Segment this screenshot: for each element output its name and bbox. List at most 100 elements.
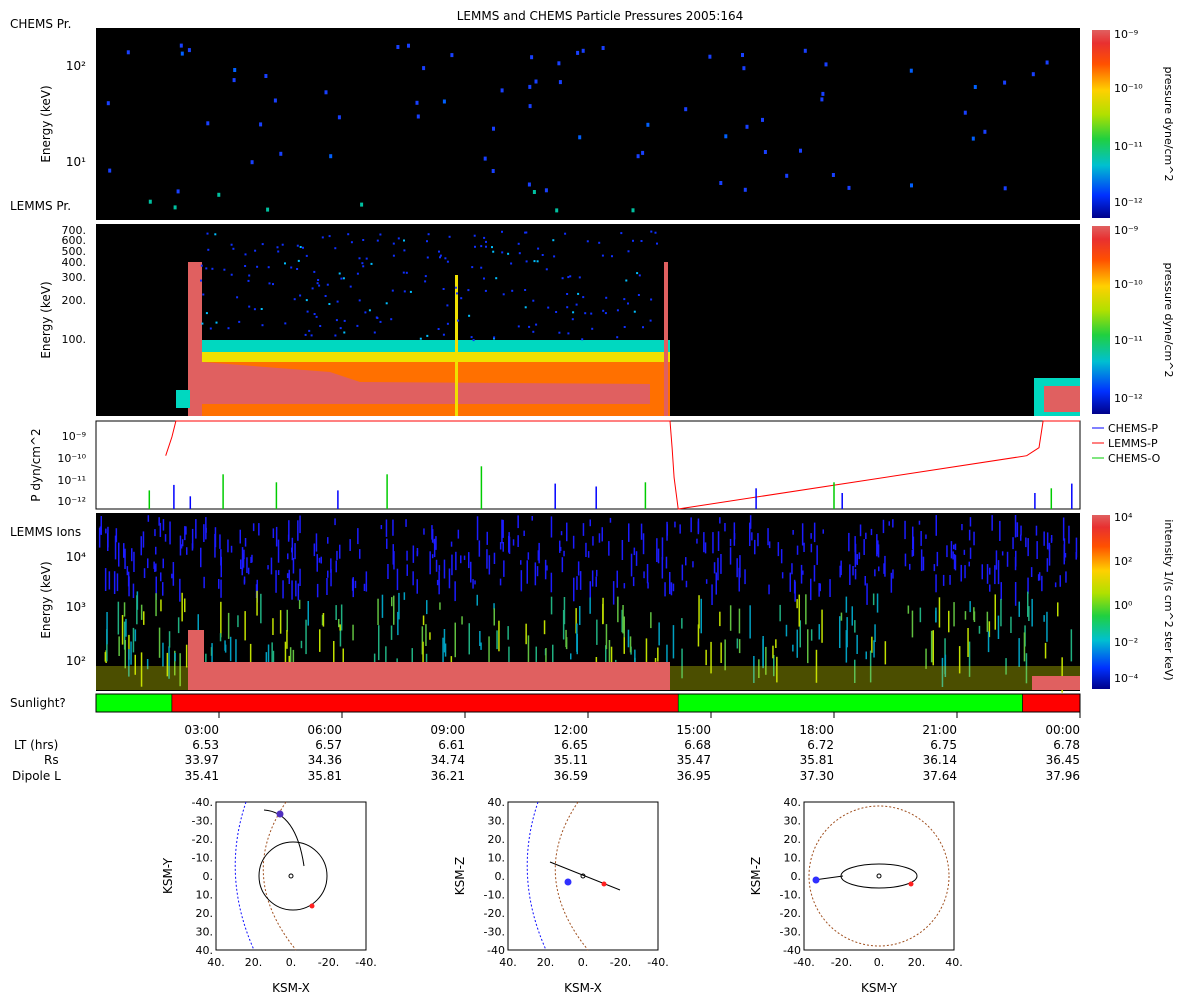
ions-cell	[307, 601, 309, 626]
chems-cell	[973, 85, 977, 89]
ions-cell	[200, 547, 202, 568]
ions-cell	[330, 558, 332, 573]
sunlight-segment	[95, 693, 173, 713]
ions-cell	[703, 532, 705, 553]
lemms-cell	[248, 305, 251, 308]
ions-cell	[818, 583, 820, 597]
lemms-cell	[358, 257, 361, 260]
orbit-xtick: 0.	[578, 956, 589, 969]
lemms-cbar-label: pressure dyne/cm^2	[1162, 263, 1175, 378]
chems-cell	[148, 199, 152, 204]
chems-cell	[971, 136, 975, 141]
lemms-cell	[244, 265, 247, 267]
lemms-cell	[361, 262, 364, 265]
time-axis-rs: 34.74	[431, 753, 465, 767]
ions-cell	[286, 573, 289, 579]
ions-cell	[845, 596, 848, 613]
ions-cell	[525, 623, 527, 645]
ions-cell	[798, 594, 800, 627]
lemms-cell	[467, 289, 470, 292]
lemms-colorbar	[1092, 226, 1110, 414]
ions-cell	[130, 641, 132, 665]
pressure-ytick-2: 10⁻¹⁰	[57, 452, 86, 465]
chems-cell	[534, 79, 538, 84]
lemms-cell	[340, 277, 343, 280]
ions-cell	[179, 578, 181, 602]
chems-ylabel: Energy (keV)	[39, 85, 53, 162]
ions-cell	[801, 523, 804, 546]
ions-cbar-tick-2: 10²	[1114, 555, 1132, 568]
orbit-xlabel: KSM-Y	[861, 981, 898, 995]
lemms-cell	[201, 322, 204, 325]
lemms-cell	[524, 231, 527, 234]
ions-cell	[643, 571, 645, 579]
chems-cell	[785, 173, 789, 178]
lemms-cell	[474, 245, 476, 248]
lemms-start-band	[176, 390, 190, 408]
ions-cell	[1070, 629, 1073, 662]
ions-cell	[277, 570, 280, 575]
chems-cell	[544, 188, 548, 193]
ions-cell	[994, 565, 996, 585]
lemms-cell	[370, 262, 373, 265]
time-axis-l: 37.96	[1046, 769, 1080, 783]
ions-cell	[642, 533, 645, 555]
ions-cell	[829, 579, 831, 597]
ions-cell	[871, 636, 873, 653]
ions-cell	[435, 536, 437, 550]
lemms-cell	[649, 319, 652, 322]
ions-cell	[713, 562, 716, 574]
ions-cell	[443, 559, 446, 579]
spacecraft-end-marker	[601, 881, 607, 887]
lemms-cell	[625, 279, 628, 282]
lemms-cell	[439, 254, 442, 257]
ions-cell	[576, 576, 578, 590]
orbit-ylabel: KSM-Z	[749, 857, 763, 895]
ions-cell	[299, 515, 301, 534]
lemms-cell	[403, 290, 406, 293]
ions-cell	[953, 554, 956, 570]
lemms-cell	[438, 250, 440, 253]
lemms-cell	[321, 236, 324, 239]
ions-cell	[919, 607, 922, 623]
lemms-cell	[315, 315, 318, 318]
ions-cell	[423, 528, 425, 535]
lemms-cell	[358, 299, 361, 302]
ions-cell	[243, 579, 246, 585]
lemms-cell	[437, 328, 440, 330]
ions-cell	[1012, 537, 1014, 550]
ions-cell	[98, 527, 101, 548]
lemms-cell	[616, 336, 619, 339]
ions-cell	[715, 572, 717, 595]
lemms-cell	[642, 326, 644, 329]
chems-pressure-plot	[96, 28, 1080, 220]
ions-cell	[339, 624, 341, 631]
ions-cell	[140, 536, 142, 556]
ions-cell	[986, 611, 989, 632]
ions-cell	[412, 571, 414, 586]
lemms-cell	[567, 332, 570, 335]
lemms-cell	[602, 309, 605, 312]
chems-cell	[847, 185, 851, 190]
ions-cell	[685, 557, 687, 566]
ions-cell	[488, 555, 491, 575]
ions-cell	[288, 520, 290, 540]
lemms-spike-left	[188, 262, 202, 416]
chems-cell	[820, 97, 824, 102]
ions-cell	[1048, 545, 1051, 566]
ions-cell	[162, 558, 164, 569]
ions-cell	[854, 620, 856, 633]
ions-cell	[104, 652, 107, 662]
ions-cell	[444, 643, 447, 657]
ions-cell	[664, 582, 666, 597]
lemms-cell	[244, 253, 247, 256]
lemms-cbar-tick-3: 10⁻¹¹	[1114, 334, 1143, 347]
ions-cell	[219, 534, 221, 549]
ions-cell	[813, 565, 816, 582]
lemms-cell	[362, 265, 365, 268]
orbit-ytick: -10.	[484, 889, 505, 902]
ions-cell	[1031, 598, 1033, 627]
chems-cell	[492, 126, 495, 131]
ions-cell	[807, 629, 809, 664]
ions-cell	[665, 556, 668, 569]
